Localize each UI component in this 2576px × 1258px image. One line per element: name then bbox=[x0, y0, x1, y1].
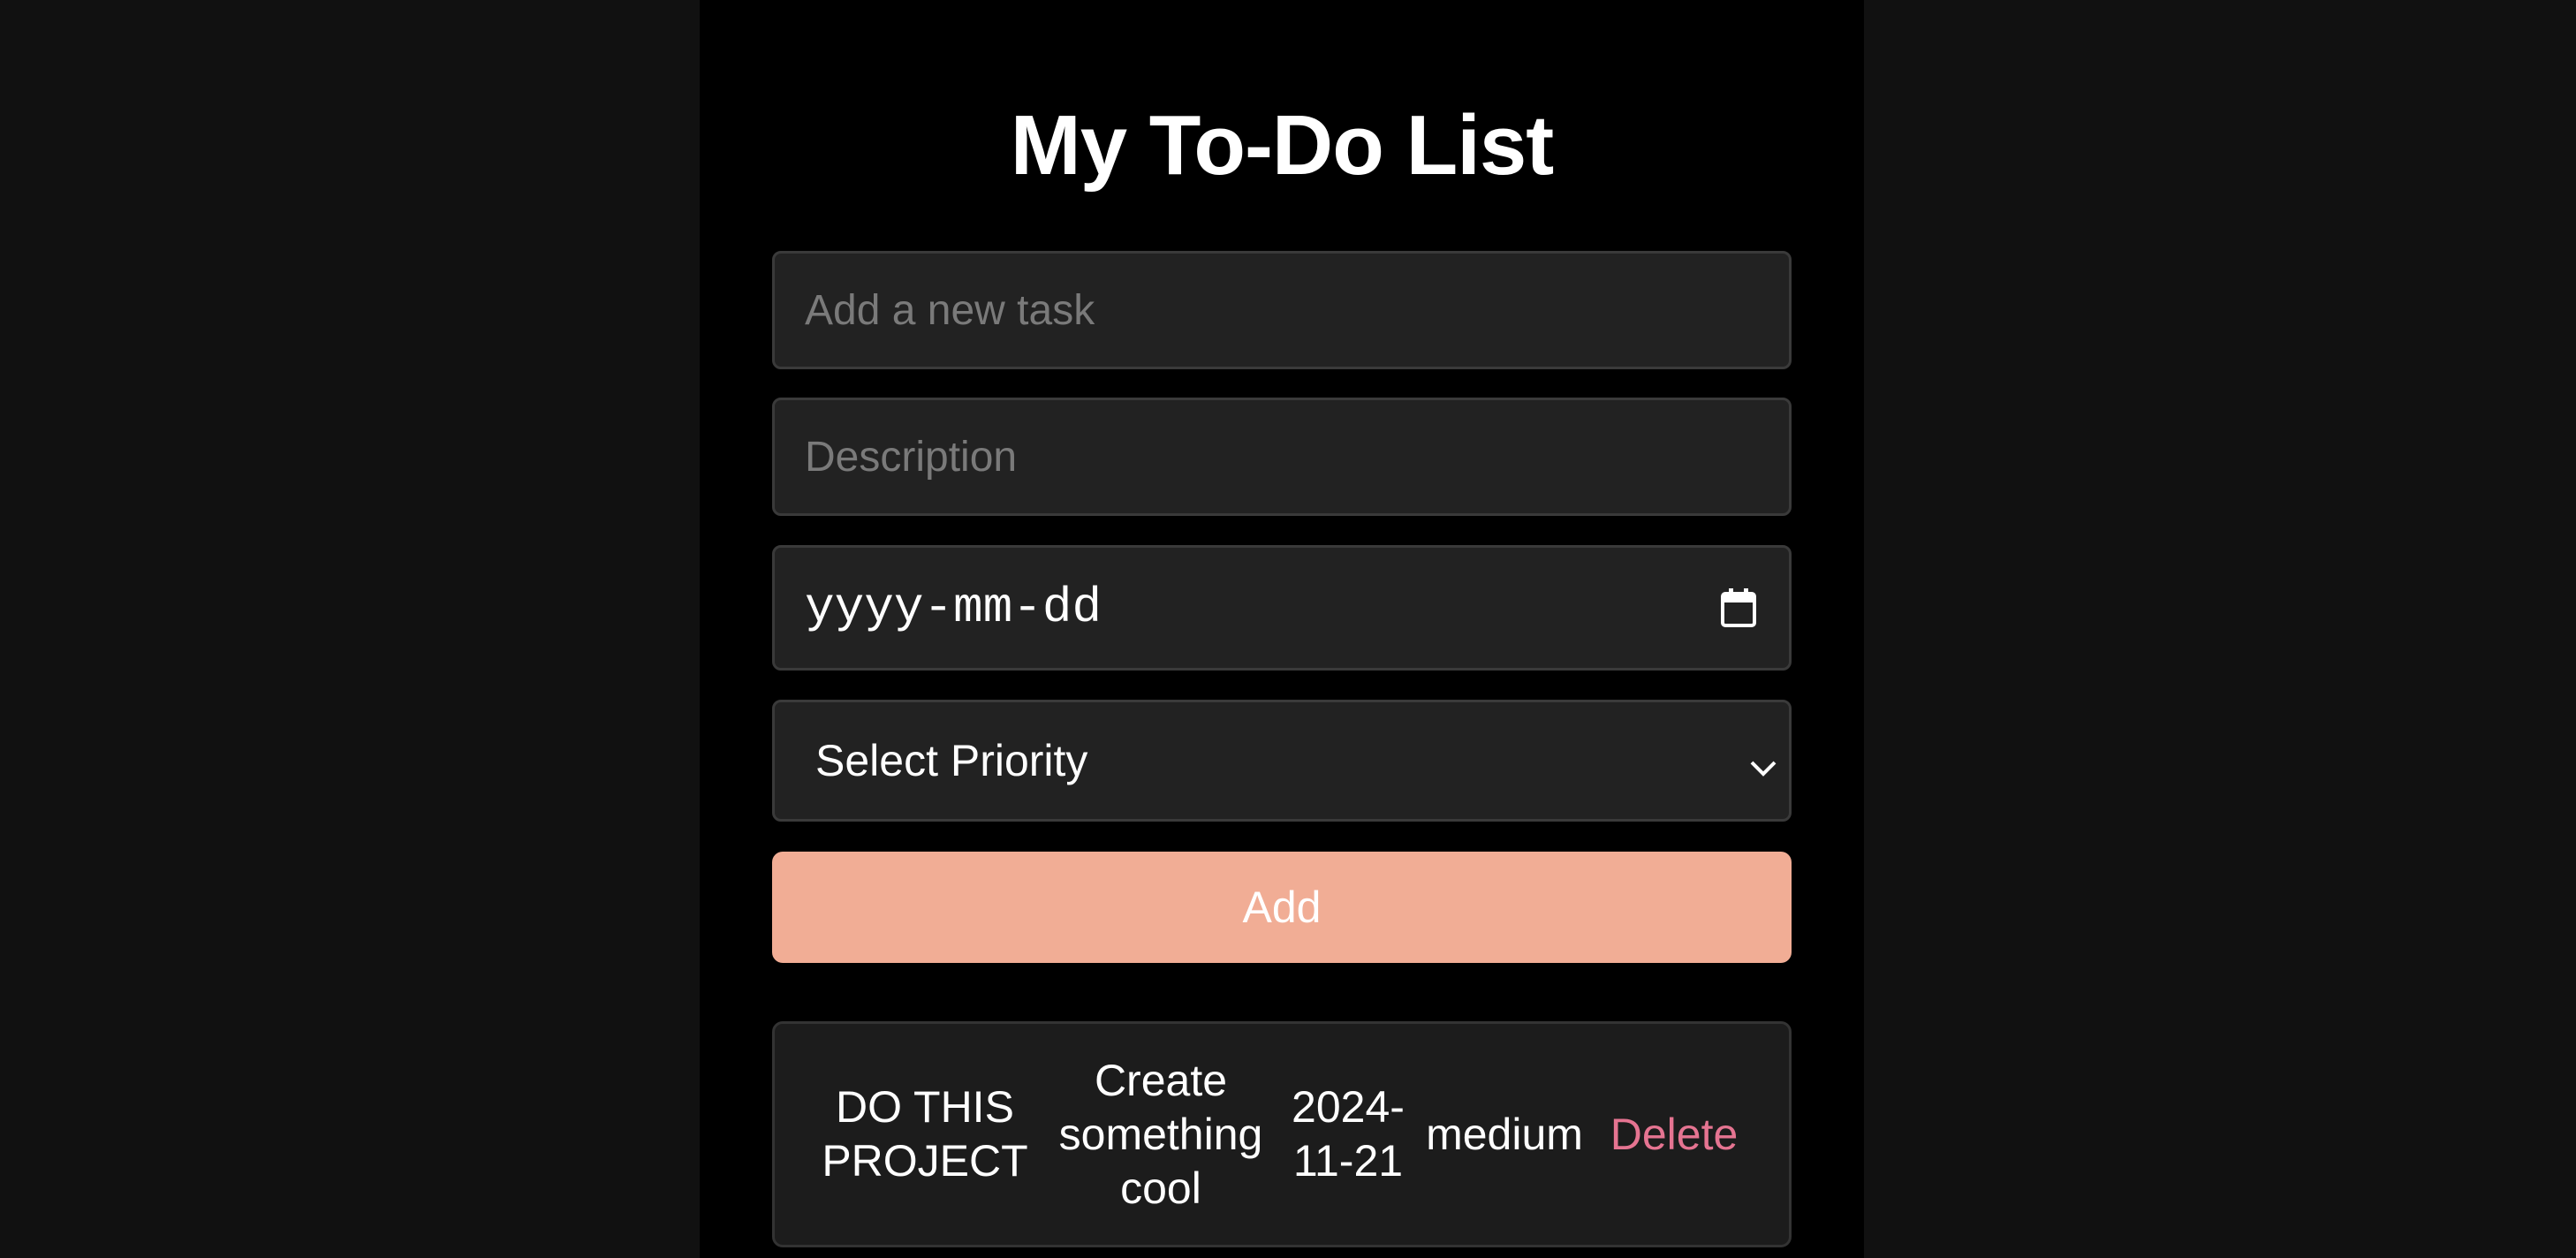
calendar-icon[interactable] bbox=[1718, 587, 1759, 629]
priority-select[interactable]: Select Priority bbox=[772, 700, 1792, 822]
task-description: Create something cool bbox=[1058, 1055, 1263, 1213]
add-button[interactable]: Add bbox=[772, 852, 1792, 963]
todo-app: My To-Do List yyyy-mm-dd Select Priority… bbox=[700, 0, 1864, 1258]
task-input[interactable] bbox=[772, 251, 1792, 369]
date-input[interactable]: yyyy-mm-dd bbox=[772, 545, 1792, 671]
task-item: DO THIS PROJECT Create something cool 20… bbox=[772, 1021, 1792, 1247]
description-input[interactable] bbox=[772, 398, 1792, 516]
priority-selected-value: Select Priority bbox=[815, 736, 1088, 785]
task-priority: medium bbox=[1426, 1109, 1583, 1159]
task-list: DO THIS PROJECT Create something cool 20… bbox=[772, 1021, 1792, 1247]
chevron-down-icon bbox=[1746, 746, 1780, 780]
date-placeholder: yyyy-mm-dd bbox=[805, 580, 1102, 636]
task-title: DO THIS PROJECT bbox=[822, 1082, 1028, 1186]
task-date: 2024-11-21 bbox=[1292, 1082, 1405, 1186]
page-title: My To-Do List bbox=[1010, 98, 1554, 193]
delete-button[interactable]: Delete bbox=[1594, 1108, 1754, 1162]
